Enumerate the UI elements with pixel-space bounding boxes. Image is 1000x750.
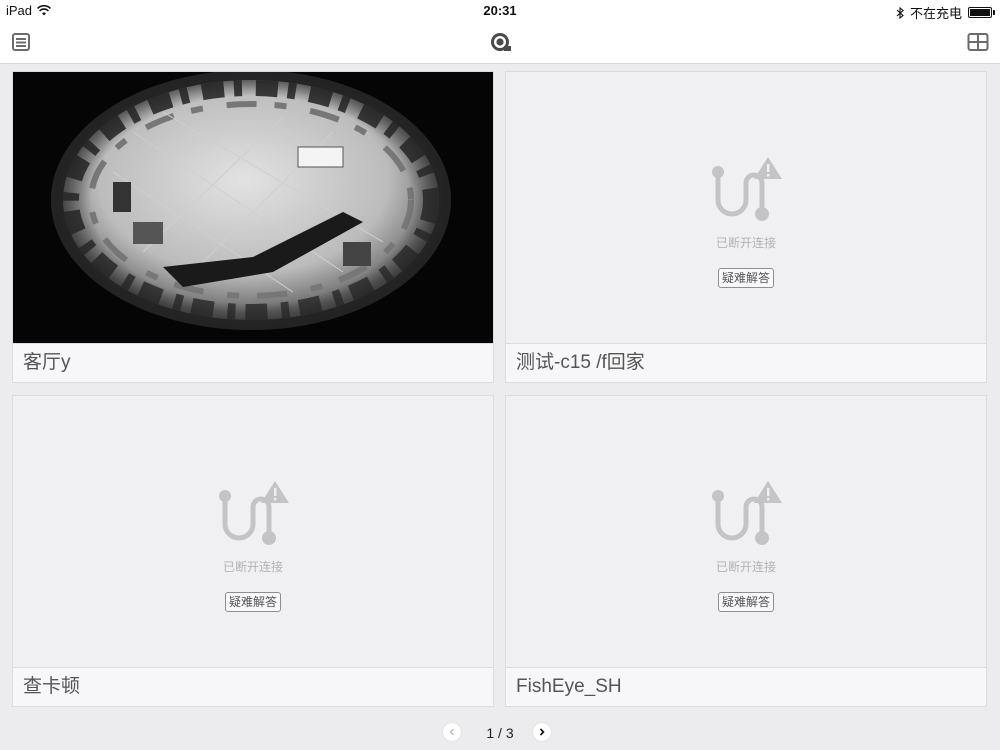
troubleshoot-button[interactable]: 疑难解答: [718, 268, 774, 288]
camera-card[interactable]: 已断开连接 疑难解答 测试-c15 /f回家: [505, 71, 987, 383]
camera-card[interactable]: 已断开连接 疑难解答 查卡顿: [12, 395, 494, 707]
status-bar: iPad 20:31 不在充电: [0, 0, 1000, 21]
offline-status: 已断开连接: [222, 560, 283, 574]
nav-bar: [0, 20, 1000, 64]
disconnected-icon: [712, 481, 782, 545]
troubleshoot-button[interactable]: 疑难解答: [718, 592, 774, 612]
chevron-right-icon[interactable]: [533, 723, 551, 741]
page-indicator: 1 / 3: [486, 725, 514, 741]
fisheye-image: [51, 72, 451, 330]
camera-card[interactable]: 已断开连接 疑难解答 FishEye_SH: [505, 395, 987, 707]
camera-offline-preview: 已断开连接 疑难解答: [506, 72, 986, 344]
disconnected-icon: [219, 481, 289, 545]
camera-offline-preview: 已断开连接 疑难解答: [13, 396, 493, 668]
grid-layout-icon[interactable]: [966, 30, 990, 54]
disconnected-icon: [712, 157, 782, 221]
camera-name: FishEye_SH: [506, 668, 986, 706]
troubleshoot-button[interactable]: 疑难解答: [225, 592, 281, 612]
camera-name: 查卡顿: [13, 668, 493, 706]
pagination: 1 / 3: [0, 720, 1000, 746]
offline-status: 已断开连接: [715, 236, 776, 250]
status-time: 20:31: [483, 3, 517, 18]
camera-name: 测试-c15 /f回家: [506, 344, 986, 382]
camera-offline-preview: 已断开连接 疑难解答: [506, 396, 986, 668]
battery-icon: [968, 7, 995, 18]
chevron-left-icon[interactable]: [443, 723, 461, 741]
camera-name: 客厅y: [13, 344, 493, 382]
menu-list-icon[interactable]: [9, 30, 33, 54]
bluetooth-icon: [896, 6, 904, 19]
camera-card[interactable]: 客厅y: [12, 71, 494, 383]
camera-live-preview[interactable]: [13, 72, 493, 344]
offline-status: 已断开连接: [715, 560, 776, 574]
app-logo-icon: [489, 30, 513, 54]
